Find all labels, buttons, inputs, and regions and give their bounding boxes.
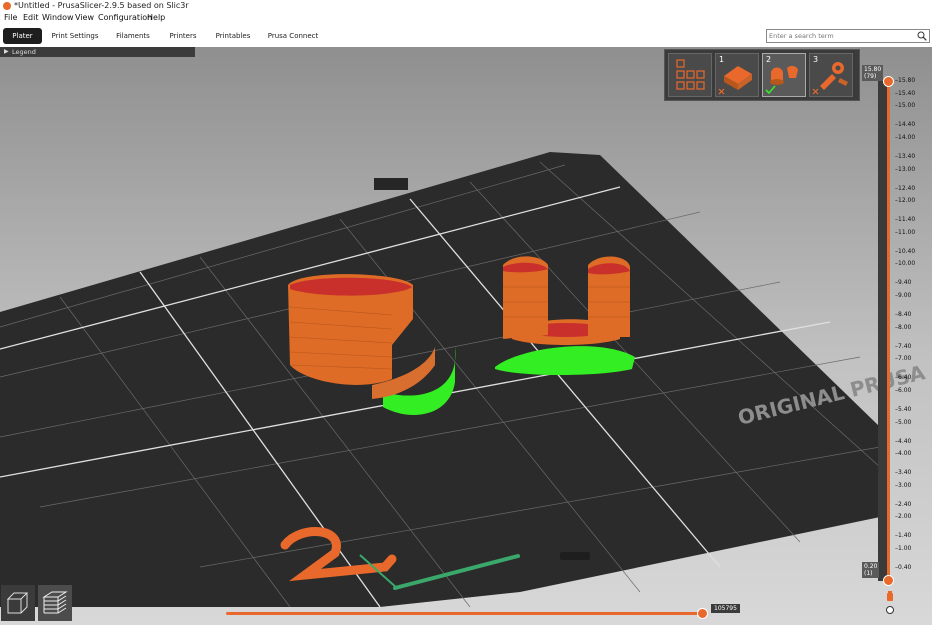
layer-tick-label: –12.00 <box>895 197 916 205</box>
layer-tick-label: –3.40 <box>895 469 912 477</box>
layer-tick-label: –14.00 <box>895 133 916 141</box>
tab-printables[interactable]: Printables <box>213 28 253 44</box>
layer-tick-label: –9.00 <box>895 292 912 300</box>
layer-top-value-box: 15.80 (79) <box>862 65 884 81</box>
layer-tick-label: –10.40 <box>895 247 916 255</box>
layer-slider-top-handle[interactable] <box>883 76 894 87</box>
menu-file[interactable]: File <box>4 13 17 22</box>
layer-tick-label: –0.40 <box>895 564 912 571</box>
layer-tick-label: –7.00 <box>895 355 912 363</box>
object-thumbnail-1[interactable]: 1 <box>715 53 759 97</box>
tab-printers[interactable]: Printers <box>166 28 200 44</box>
x-mark-icon <box>718 88 725 95</box>
app-icon <box>3 2 11 10</box>
object-thumbnail-3[interactable]: 3 <box>809 53 853 97</box>
layer-tick-label: –15.00 <box>895 102 916 110</box>
3d-viewport[interactable]: ORIGINAL PRUSA ▶ Legend 1 2 3 15.80 (79)… <box>0 47 932 625</box>
search-icon[interactable] <box>917 31 927 41</box>
title-bar: *Untitled - PrusaSlicer-2.9.5 based on S… <box>0 0 932 12</box>
layer-tick-labels: –15.80 –15.40 –15.00 –14.40 –14.00 –13.40 –13.… <box>895 47 932 625</box>
menu-configuration[interactable]: Configuration <box>98 13 152 22</box>
layer-tick-label: –12.40 <box>895 184 916 192</box>
menu-edit[interactable]: Edit <box>23 13 39 22</box>
layer-tick-label: –10.00 <box>895 260 916 268</box>
layer-tick-label: –13.00 <box>895 165 916 173</box>
layer-tick-label: –15.80 <box>895 77 916 84</box>
tab-prusa-connect[interactable]: Prusa Connect <box>267 28 319 44</box>
layer-slider-range[interactable] <box>887 80 890 580</box>
layer-tick-label: –11.40 <box>895 216 916 224</box>
object-thumbnail-all[interactable] <box>668 53 712 97</box>
grid-icon <box>676 59 705 90</box>
layer-bottom-value-box: 0.20 (1) <box>862 562 880 578</box>
preview-button[interactable] <box>38 585 72 621</box>
3d-view-button[interactable] <box>1 585 35 621</box>
layer-tick-label: –5.00 <box>895 418 912 426</box>
layer-slider-bottom-handle[interactable] <box>883 575 894 586</box>
menu-view[interactable]: View <box>75 13 94 22</box>
menu-help[interactable]: Help <box>147 13 165 22</box>
settings-cog-icon[interactable] <box>884 591 896 615</box>
search-input[interactable] <box>769 30 909 42</box>
layer-tick-label: –1.40 <box>895 532 912 540</box>
layers-icon <box>42 591 68 614</box>
layer-top-value: 15.80 <box>864 66 882 73</box>
menu-bar: File Edit Window View Configuration Help <box>0 12 932 25</box>
layer-tick-label: –8.00 <box>895 323 912 331</box>
x-mark-icon <box>812 88 819 95</box>
legend-label: Legend <box>12 48 36 56</box>
layer-tick-label: –13.40 <box>895 152 916 160</box>
layer-tick-label: –2.40 <box>895 500 912 508</box>
layer-tick-label: –9.40 <box>895 279 912 287</box>
layer-tick-label: –14.40 <box>895 121 916 129</box>
layer-bottom-number: (1) <box>864 570 873 577</box>
search-box[interactable] <box>766 29 930 43</box>
layer-tick-label: –8.40 <box>895 311 912 318</box>
layer-tick-label: –6.00 <box>895 386 912 394</box>
layer-tick-label: –3.00 <box>895 481 912 489</box>
cube-icon <box>6 592 29 614</box>
tab-print-settings[interactable]: Print Settings <box>48 28 102 44</box>
menu-window[interactable]: Window <box>42 13 74 22</box>
layer-tick-label: –11.00 <box>895 228 916 236</box>
layer-tick-label: –7.40 <box>895 342 912 350</box>
move-slider-value: 105795 <box>711 604 740 613</box>
layer-tick-label: –5.40 <box>895 405 912 413</box>
tab-bar: Plater Print Settings Filaments Printers… <box>0 25 932 48</box>
object-thumbnail-2[interactable]: 2 <box>762 53 806 97</box>
checkmark-icon <box>765 85 776 95</box>
move-slider[interactable] <box>226 612 702 615</box>
legend-toggle[interactable]: ▶ Legend <box>0 47 195 57</box>
layer-tick-label: –4.00 <box>895 450 912 458</box>
expand-triangle-icon: ▶ <box>4 48 9 55</box>
layer-tick-label: –4.40 <box>895 437 912 445</box>
window-title: *Untitled - PrusaSlicer-2.9.5 based on S… <box>14 1 189 10</box>
object-thumbnails: 1 2 3 <box>664 49 860 101</box>
layer-tick-label: –1.00 <box>895 545 912 553</box>
scene-canvas: ORIGINAL PRUSA <box>0 47 932 625</box>
layer-tick-label: –2.00 <box>895 513 912 521</box>
tab-filaments[interactable]: Filaments <box>112 28 154 44</box>
layer-tick-label: –15.40 <box>895 89 916 97</box>
layer-top-number: (79) <box>864 73 877 80</box>
layer-bottom-value: 0.20 <box>864 563 878 570</box>
tab-plater[interactable]: Plater <box>3 28 42 44</box>
layer-tick-label: –6.40 <box>895 374 912 382</box>
move-slider-handle[interactable] <box>697 608 708 619</box>
